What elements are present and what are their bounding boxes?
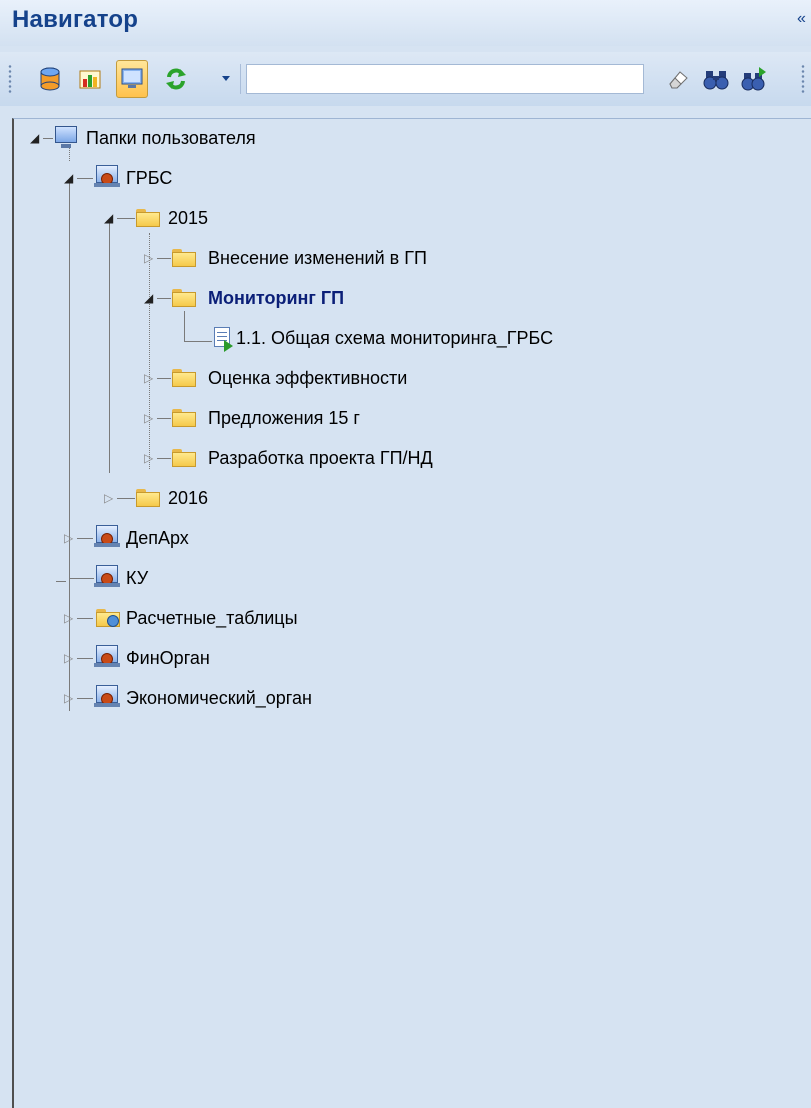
tree-expander[interactable]: ▷	[144, 451, 153, 465]
document-icon	[212, 327, 234, 352]
org-icon	[94, 565, 120, 587]
toolbar-grip-handle[interactable]	[8, 64, 12, 94]
binoculars-next-icon	[741, 67, 766, 91]
tree-expander[interactable]: ◢	[64, 171, 73, 185]
tree-connector	[56, 581, 66, 582]
tree-item[interactable]: 1.1. Общая схема мониторинга_ГРБС	[236, 327, 553, 349]
tree-connector	[70, 578, 94, 579]
tree-expander[interactable]: ▷	[64, 651, 73, 665]
tree-expander[interactable]: ▷	[64, 611, 73, 625]
database-icon	[40, 67, 60, 91]
find-next-button[interactable]	[738, 60, 770, 98]
tree-item[interactable]: Внесение изменений в ГП	[208, 247, 427, 269]
navigator-tree: ◢ Папки пользователя ◢ ГРБС ◢ 2015 ▷ Вне…	[12, 118, 811, 1108]
folder-icon	[172, 369, 196, 387]
tree-item-root[interactable]: Папки пользователя	[86, 127, 256, 149]
refresh-dropdown-button[interactable]	[218, 60, 234, 98]
tree-connector	[117, 498, 135, 499]
folder-icon	[172, 249, 196, 267]
monitor-view-button[interactable]	[116, 60, 148, 98]
eraser-icon	[669, 71, 688, 89]
tree-item[interactable]: 2015	[168, 207, 208, 229]
folder-icon	[172, 449, 196, 467]
tree-item[interactable]: Расчетные_таблицы	[126, 607, 298, 629]
tree-item[interactable]: Оценка эффективности	[208, 367, 407, 389]
tree-item[interactable]: ГРБС	[126, 167, 172, 189]
tree-connector	[77, 178, 93, 179]
toolbar-overflow-grip[interactable]	[801, 64, 805, 94]
monitor-icon	[121, 68, 143, 88]
org-icon	[94, 645, 120, 667]
tree-expander[interactable]: ▷	[64, 531, 73, 545]
tree-expander[interactable]: ▷	[64, 691, 73, 705]
tree-connector	[77, 538, 93, 539]
tree-item[interactable]: Экономический_орган	[126, 687, 312, 709]
folder-icon	[172, 409, 196, 427]
tree-connector	[109, 223, 110, 473]
panel-title: Навигатор	[12, 6, 139, 33]
tree-item[interactable]: Разработка проекта ГП/НД	[208, 447, 433, 469]
database-button[interactable]	[34, 60, 66, 98]
folder-icon	[136, 209, 160, 227]
tree-connector	[184, 341, 212, 342]
org-icon	[94, 525, 120, 547]
navigator-toolbar	[0, 52, 811, 106]
tree-expander[interactable]: ◢	[104, 211, 113, 225]
monitor-icon	[54, 125, 78, 149]
tree-connector	[157, 458, 171, 459]
find-button[interactable]	[700, 60, 732, 98]
collapse-panel-icon[interactable]: «	[797, 10, 811, 30]
tree-connector	[157, 258, 171, 259]
tree-item[interactable]: ФинОрган	[126, 647, 210, 669]
clear-search-button[interactable]	[662, 60, 694, 98]
tree-connector	[69, 147, 70, 161]
tree-connector	[157, 418, 171, 419]
refresh-icon	[166, 68, 186, 90]
tree-connector	[117, 218, 135, 219]
dropdown-arrow-icon	[222, 76, 230, 81]
tree-connector	[77, 658, 93, 659]
tree-expander[interactable]: ▷	[144, 371, 153, 385]
chart-button[interactable]	[74, 60, 106, 98]
tree-connector	[69, 181, 70, 711]
tree-item[interactable]: 2016	[168, 487, 208, 509]
folder-icon	[172, 289, 196, 307]
navigator-header: Навигатор «	[0, 0, 811, 46]
user-folder-icon	[96, 609, 120, 627]
folder-icon	[136, 489, 160, 507]
tree-connector	[157, 378, 171, 379]
org-icon	[94, 685, 120, 707]
refresh-button[interactable]	[160, 60, 192, 98]
tree-expander[interactable]: ▷	[144, 411, 153, 425]
tree-connector	[77, 618, 93, 619]
tree-expander[interactable]: ▷	[104, 491, 113, 505]
search-input[interactable]	[246, 64, 644, 94]
toolbar-separator	[240, 64, 241, 94]
binoculars-icon	[703, 71, 729, 90]
tree-item[interactable]: КУ	[126, 567, 148, 589]
tree-expander[interactable]: ◢	[144, 291, 153, 305]
tree-connector	[184, 311, 185, 341]
tree-item[interactable]: Предложения 15 г	[208, 407, 360, 429]
chart-icon	[79, 70, 101, 89]
tree-connector	[157, 298, 171, 299]
tree-connector	[77, 698, 93, 699]
tree-item[interactable]: ДепАрх	[126, 527, 189, 549]
tree-connector	[43, 138, 53, 139]
tree-expander[interactable]: ◢	[30, 131, 39, 145]
tree-item-selected[interactable]: Мониторинг ГП	[208, 287, 344, 309]
tree-expander[interactable]: ▷	[144, 251, 153, 265]
tree-connector	[149, 233, 150, 469]
org-icon	[94, 165, 120, 187]
